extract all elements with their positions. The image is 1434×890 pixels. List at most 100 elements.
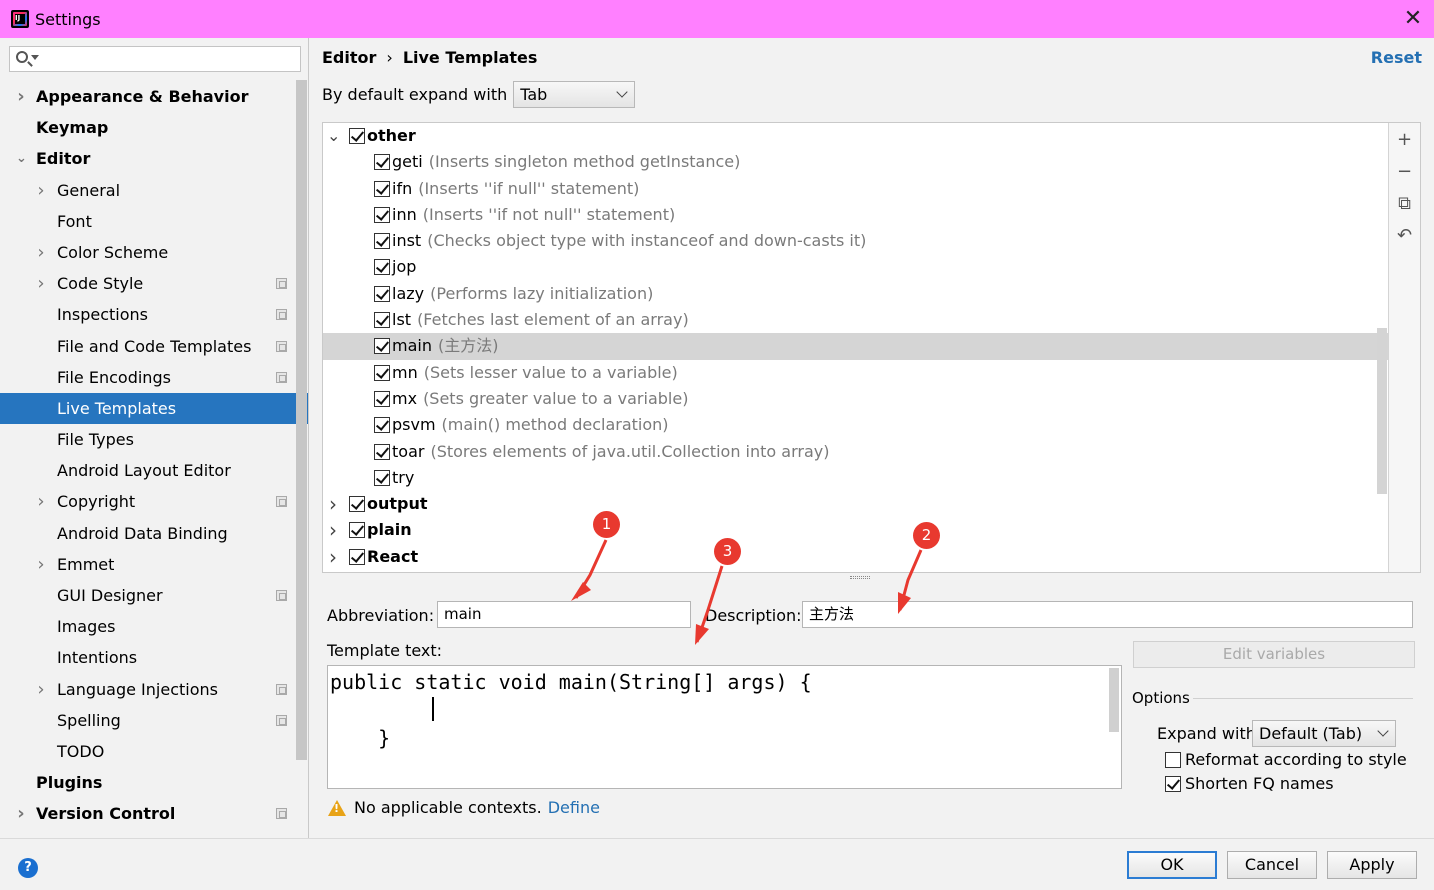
sidebar-item-font[interactable]: Font <box>0 206 308 237</box>
template-group-row[interactable]: › output <box>323 491 1389 517</box>
sidebar-item-language-injections[interactable]: › Language Injections <box>0 674 308 705</box>
template-checkbox[interactable] <box>374 285 390 302</box>
sidebar-item-images[interactable]: Images <box>0 611 308 642</box>
sidebar-item-version-control[interactable]: › Version Control <box>0 798 308 829</box>
template-group-row[interactable]: › plain <box>323 517 1389 543</box>
template-checkbox[interactable] <box>374 259 390 276</box>
default-expand-select[interactable]: Tab <box>513 80 636 108</box>
template-checkbox[interactable] <box>374 417 390 434</box>
template-checkbox[interactable] <box>374 469 390 486</box>
template-row[interactable]: main (主方法) <box>323 333 1389 360</box>
template-checkbox[interactable] <box>374 364 390 381</box>
add-icon[interactable]: + <box>1389 127 1420 153</box>
template-row[interactable]: lst (Fetches last element of an array) <box>323 307 1389 333</box>
template-checkbox[interactable] <box>374 206 390 223</box>
project-settings-icon <box>276 714 287 726</box>
template-checkbox[interactable] <box>374 154 390 171</box>
edit-variables-button[interactable]: Edit variables <box>1133 641 1415 668</box>
chevron-right-icon[interactable]: › <box>36 549 46 580</box>
sidebar-item-android-layout-editor[interactable]: Android Layout Editor <box>0 455 308 486</box>
template-checkbox[interactable] <box>349 128 365 144</box>
template-row[interactable]: inn (Inserts ''if not null'' statement) <box>323 202 1389 228</box>
sidebar-item-file-encodings[interactable]: File Encodings <box>0 362 308 393</box>
reset-link[interactable]: Reset <box>1371 48 1422 67</box>
shorten-fq-label: Shorten FQ names <box>1185 774 1334 793</box>
chevron-right-icon[interactable]: › <box>16 798 26 829</box>
sidebar-item-code-style[interactable]: › Code Style <box>0 268 308 299</box>
chevron-right-icon[interactable]: › <box>327 491 339 517</box>
sidebar-item-spelling[interactable]: Spelling <box>0 705 308 736</box>
sidebar-item-plugins[interactable]: Plugins <box>0 767 308 798</box>
sidebar-item-live-templates[interactable]: Live Templates <box>0 392 308 425</box>
template-row[interactable]: jop <box>323 254 1389 280</box>
help-icon[interactable]: ? <box>18 858 38 878</box>
close-icon[interactable]: ✕ <box>1400 6 1426 32</box>
cancel-button[interactable]: Cancel <box>1227 851 1317 879</box>
sidebar-item-intentions[interactable]: Intentions <box>0 642 308 673</box>
sidebar-item-copyright[interactable]: › Copyright <box>0 486 308 517</box>
template-checkbox[interactable] <box>374 390 390 407</box>
remove-icon[interactable]: − <box>1389 159 1420 185</box>
template-checkbox[interactable] <box>374 233 390 250</box>
template-checkbox[interactable] <box>349 522 365 539</box>
template-text-editor[interactable]: public static void main(String[] args) {… <box>327 665 1122 789</box>
template-row[interactable]: lazy (Performs lazy initialization) <box>323 281 1389 307</box>
shorten-fq-checkbox[interactable] <box>1165 776 1181 792</box>
template-group-row[interactable]: ⌄ other <box>323 123 1389 149</box>
template-row[interactable]: geti (Inserts singleton method getInstanc… <box>323 149 1389 175</box>
template-checkbox[interactable] <box>374 338 390 355</box>
expand-with-select[interactable]: Default (Tab) <box>1252 720 1396 747</box>
sidebar-item-android-data-binding[interactable]: Android Data Binding <box>0 518 308 549</box>
breadcrumb: Editor › Live Templates <box>322 48 537 67</box>
define-context-link[interactable]: Define <box>548 798 600 817</box>
sidebar-item-todo[interactable]: TODO <box>0 736 308 767</box>
sidebar-item-emmet[interactable]: › Emmet <box>0 549 308 580</box>
chevron-right-icon[interactable]: › <box>16 81 26 112</box>
sidebar-item-file-and-code-templates[interactable]: File and Code Templates <box>0 331 308 362</box>
sidebar-item-gui-designer[interactable]: GUI Designer <box>0 580 308 611</box>
template-row[interactable]: mn (Sets lesser value to a variable) <box>323 360 1389 386</box>
template-row[interactable]: inst (Checks object type with instanceof … <box>323 228 1389 254</box>
template-row[interactable]: ifn (Inserts ''if null'' statement) <box>323 176 1389 202</box>
template-row[interactable]: toar (Stores elements of java.util.Collec… <box>323 439 1389 465</box>
apply-button[interactable]: Apply <box>1327 851 1417 879</box>
reformat-checkbox[interactable] <box>1165 752 1181 768</box>
search-input[interactable] <box>9 46 301 72</box>
sidebar-item-general[interactable]: › General <box>0 175 308 206</box>
sidebar-item-editor[interactable]: ⌄ Editor <box>0 143 308 174</box>
template-checkbox[interactable] <box>374 443 390 460</box>
sidebar-item-keymap[interactable]: Keymap <box>0 112 308 143</box>
chevron-right-icon[interactable]: › <box>327 544 339 570</box>
sidebar-item-inspections[interactable]: Inspections <box>0 299 308 330</box>
abbreviation-field[interactable]: main <box>437 601 691 628</box>
template-row[interactable]: try <box>323 465 1389 491</box>
templates-scrollbar[interactable] <box>1377 328 1387 494</box>
template-checkbox[interactable] <box>349 548 365 565</box>
chevron-right-icon[interactable]: › <box>36 674 46 705</box>
chevron-right-icon[interactable]: › <box>327 517 339 543</box>
template-checkbox[interactable] <box>349 496 365 513</box>
revert-icon[interactable]: ↶ <box>1389 223 1420 249</box>
sidebar-scrollbar[interactable] <box>296 80 307 760</box>
chevron-right-icon[interactable]: › <box>36 268 46 299</box>
sidebar-item-color-scheme[interactable]: › Color Scheme <box>0 237 308 268</box>
search-options-caret-icon[interactable] <box>31 55 39 60</box>
template-scrollbar[interactable] <box>1109 668 1119 732</box>
template-row[interactable]: mx (Sets greater value to a variable) <box>323 386 1389 412</box>
template-name: output <box>367 494 428 514</box>
chevron-right-icon[interactable]: › <box>36 237 46 268</box>
sidebar-item-appearance-behavior[interactable]: › Appearance & Behavior <box>0 81 308 112</box>
template-checkbox[interactable] <box>374 180 390 197</box>
sidebar-item-file-types[interactable]: File Types <box>0 424 308 455</box>
template-checkbox[interactable] <box>374 312 390 329</box>
chevron-down-icon[interactable]: ⌄ <box>16 143 27 174</box>
ok-button[interactable]: OK <box>1127 851 1217 879</box>
chevron-right-icon[interactable]: › <box>36 486 46 517</box>
copy-icon[interactable]: ⧉ <box>1389 191 1420 217</box>
template-group-row[interactable]: › React <box>323 544 1389 570</box>
splitter-handle[interactable] <box>850 576 870 579</box>
description-field[interactable]: 主方法 <box>802 601 1413 628</box>
chevron-right-icon[interactable]: › <box>36 175 46 206</box>
chevron-down-icon[interactable]: ⌄ <box>327 123 340 149</box>
template-row[interactable]: psvm (main() method declaration) <box>323 412 1389 438</box>
